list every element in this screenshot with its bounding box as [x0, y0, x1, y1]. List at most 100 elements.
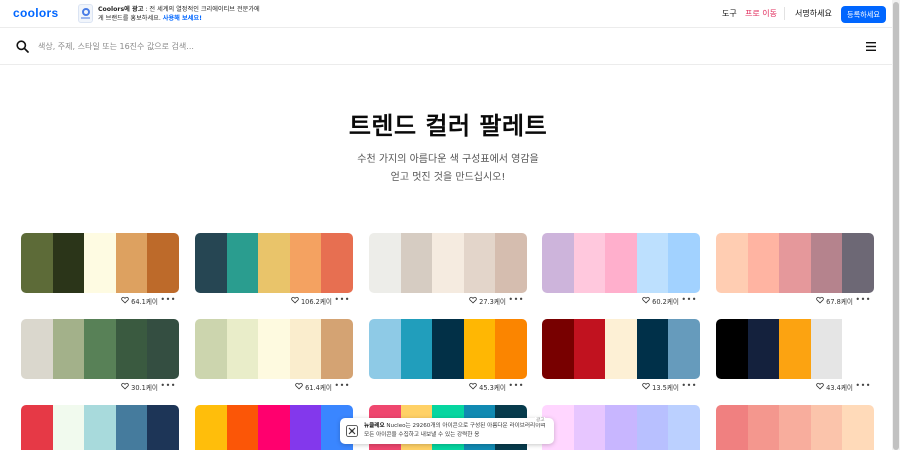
color-swatch[interactable] — [21, 405, 53, 450]
color-swatch[interactable] — [258, 319, 290, 379]
color-swatch[interactable] — [716, 405, 748, 450]
scrollbar-thumb[interactable] — [893, 2, 899, 450]
color-swatch[interactable] — [747, 405, 780, 450]
more-options-icon[interactable]: ••• — [681, 381, 697, 390]
color-swatch[interactable] — [842, 319, 874, 379]
palette-card[interactable] — [716, 405, 874, 450]
color-swatch[interactable] — [573, 319, 606, 379]
more-options-icon[interactable]: ••• — [334, 381, 350, 390]
color-swatch[interactable] — [605, 405, 637, 450]
color-swatch[interactable] — [21, 233, 53, 293]
color-swatch[interactable] — [115, 233, 148, 293]
coolors-logo[interactable]: coolors — [13, 6, 58, 20]
palette-card[interactable] — [716, 233, 874, 293]
color-swatch[interactable] — [779, 319, 811, 379]
color-swatch[interactable] — [52, 405, 85, 450]
color-swatch[interactable] — [810, 319, 843, 379]
color-swatch[interactable] — [495, 319, 527, 379]
palette-card[interactable] — [195, 405, 353, 450]
color-swatch[interactable] — [226, 319, 259, 379]
color-swatch[interactable] — [147, 233, 179, 293]
color-swatch[interactable] — [195, 319, 227, 379]
color-swatch[interactable] — [716, 319, 748, 379]
hamburger-menu-icon[interactable] — [866, 42, 876, 51]
more-options-icon[interactable]: ••• — [855, 295, 871, 304]
header-ad[interactable]: Coolors에 광고 : 전 세계의 열정적인 크리에이티브 전문가에게 브랜… — [98, 5, 263, 23]
palette-card[interactable] — [21, 233, 179, 293]
color-swatch[interactable] — [636, 405, 669, 450]
nav-go-pro[interactable]: 프로 이동 — [745, 8, 777, 19]
search-input[interactable] — [38, 37, 558, 55]
palette-card[interactable] — [542, 405, 700, 450]
color-swatch[interactable] — [463, 319, 496, 379]
color-swatch[interactable] — [369, 233, 401, 293]
color-swatch[interactable] — [147, 319, 179, 379]
color-swatch[interactable] — [84, 405, 116, 450]
color-swatch[interactable] — [747, 319, 780, 379]
color-swatch[interactable] — [668, 319, 700, 379]
color-swatch[interactable] — [84, 233, 116, 293]
nav-tools[interactable]: 도구 — [722, 8, 737, 19]
heart-icon[interactable] — [642, 382, 650, 390]
color-swatch[interactable] — [747, 233, 780, 293]
color-swatch[interactable] — [605, 233, 637, 293]
palette-card[interactable] — [369, 319, 527, 379]
more-options-icon[interactable]: ••• — [508, 295, 524, 304]
brand-ad-thumbnail-icon[interactable] — [78, 4, 93, 23]
color-swatch[interactable] — [573, 405, 606, 450]
color-swatch[interactable] — [321, 319, 353, 379]
color-swatch[interactable] — [400, 233, 433, 293]
palette-card[interactable] — [195, 233, 353, 293]
color-swatch[interactable] — [842, 233, 874, 293]
color-swatch[interactable] — [432, 319, 464, 379]
color-swatch[interactable] — [52, 319, 85, 379]
color-swatch[interactable] — [226, 233, 259, 293]
palette-card[interactable] — [716, 319, 874, 379]
color-swatch[interactable] — [289, 233, 322, 293]
more-options-icon[interactable]: ••• — [160, 295, 176, 304]
more-options-icon[interactable]: ••• — [508, 381, 524, 390]
ad-cta-link[interactable]: 사용해 보세요! — [163, 15, 202, 22]
color-swatch[interactable] — [842, 405, 874, 450]
heart-icon[interactable] — [816, 296, 824, 304]
sign-in-link[interactable]: 서명하세요 — [795, 8, 832, 19]
color-swatch[interactable] — [84, 319, 116, 379]
color-swatch[interactable] — [810, 233, 843, 293]
color-swatch[interactable] — [195, 405, 227, 450]
color-swatch[interactable] — [289, 405, 322, 450]
more-options-icon[interactable]: ••• — [334, 295, 350, 304]
color-swatch[interactable] — [52, 233, 85, 293]
color-swatch[interactable] — [668, 405, 700, 450]
color-swatch[interactable] — [115, 319, 148, 379]
palette-card[interactable] — [195, 319, 353, 379]
palette-card[interactable] — [369, 233, 527, 293]
color-swatch[interactable] — [21, 319, 53, 379]
heart-icon[interactable] — [291, 296, 299, 304]
color-swatch[interactable] — [258, 233, 290, 293]
color-swatch[interactable] — [636, 233, 669, 293]
palette-card[interactable] — [542, 233, 700, 293]
color-swatch[interactable] — [810, 405, 843, 450]
color-swatch[interactable] — [636, 319, 669, 379]
sign-up-button[interactable]: 등록하세요 — [841, 6, 886, 23]
heart-icon[interactable] — [642, 296, 650, 304]
color-swatch[interactable] — [147, 405, 179, 450]
color-swatch[interactable] — [226, 405, 259, 450]
heart-icon[interactable] — [121, 296, 129, 304]
more-options-icon[interactable]: ••• — [855, 381, 871, 390]
color-swatch[interactable] — [495, 233, 527, 293]
color-swatch[interactable] — [779, 233, 811, 293]
heart-icon[interactable] — [295, 382, 303, 390]
color-swatch[interactable] — [432, 233, 464, 293]
color-swatch[interactable] — [369, 319, 401, 379]
palette-card[interactable] — [21, 405, 179, 450]
sponsored-toast[interactable]: 뉴클레오 Nucleo는 29260개의 아이콘으로 구성된 아름다운 라이브러… — [340, 417, 554, 444]
palette-card[interactable] — [21, 319, 179, 379]
color-swatch[interactable] — [258, 405, 290, 450]
ad-sponsor[interactable]: Coolors에 광고 — [98, 6, 143, 13]
page-scrollbar[interactable] — [892, 0, 900, 450]
palette-card[interactable] — [542, 319, 700, 379]
search-icon[interactable] — [16, 40, 29, 53]
color-swatch[interactable] — [289, 319, 322, 379]
more-options-icon[interactable]: ••• — [681, 295, 697, 304]
